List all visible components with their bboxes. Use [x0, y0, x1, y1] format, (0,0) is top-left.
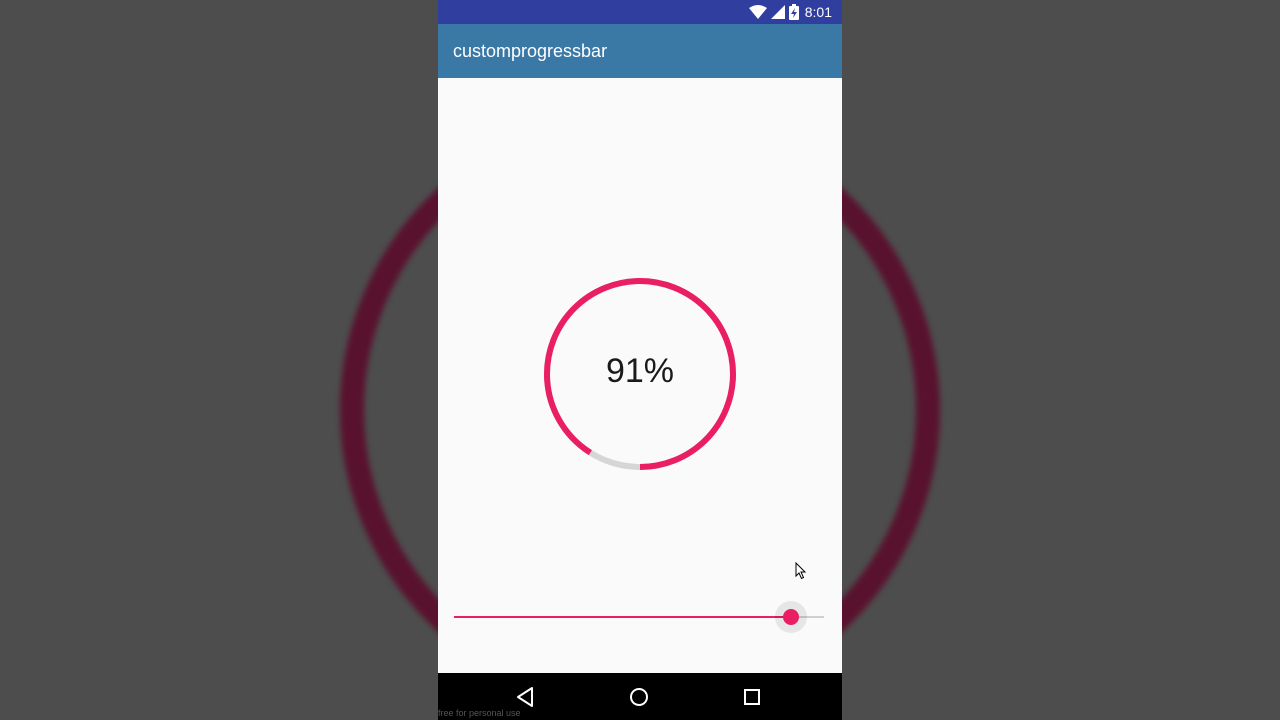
seekbar-thumb[interactable] — [782, 609, 799, 625]
status-icons: 8:01 — [748, 3, 832, 21]
wifi-icon — [748, 5, 767, 19]
screen: 8:01 customprogressbar 91% free for pers… — [0, 0, 1280, 720]
phone-screen: 8:01 customprogressbar 91% free for pers… — [438, 0, 842, 720]
progress-seekbar[interactable] — [454, 601, 824, 633]
cellular-signal-icon — [770, 5, 785, 19]
battery-charging-icon — [788, 4, 799, 20]
seekbar-fill — [454, 616, 791, 618]
recents-icon[interactable] — [740, 685, 764, 709]
main-content: 91% — [438, 78, 842, 673]
watermark-text: free for personal use — [438, 708, 521, 718]
home-icon[interactable] — [627, 685, 651, 709]
back-icon[interactable] — [514, 685, 538, 709]
status-time: 8:01 — [804, 4, 832, 20]
app-title: customprogressbar — [453, 41, 608, 61]
app-bar: customprogressbar — [438, 24, 842, 78]
status-bar: 8:01 — [438, 0, 842, 24]
progress-percent-label: 91% — [605, 352, 675, 390]
mouse-cursor-icon — [795, 562, 807, 580]
